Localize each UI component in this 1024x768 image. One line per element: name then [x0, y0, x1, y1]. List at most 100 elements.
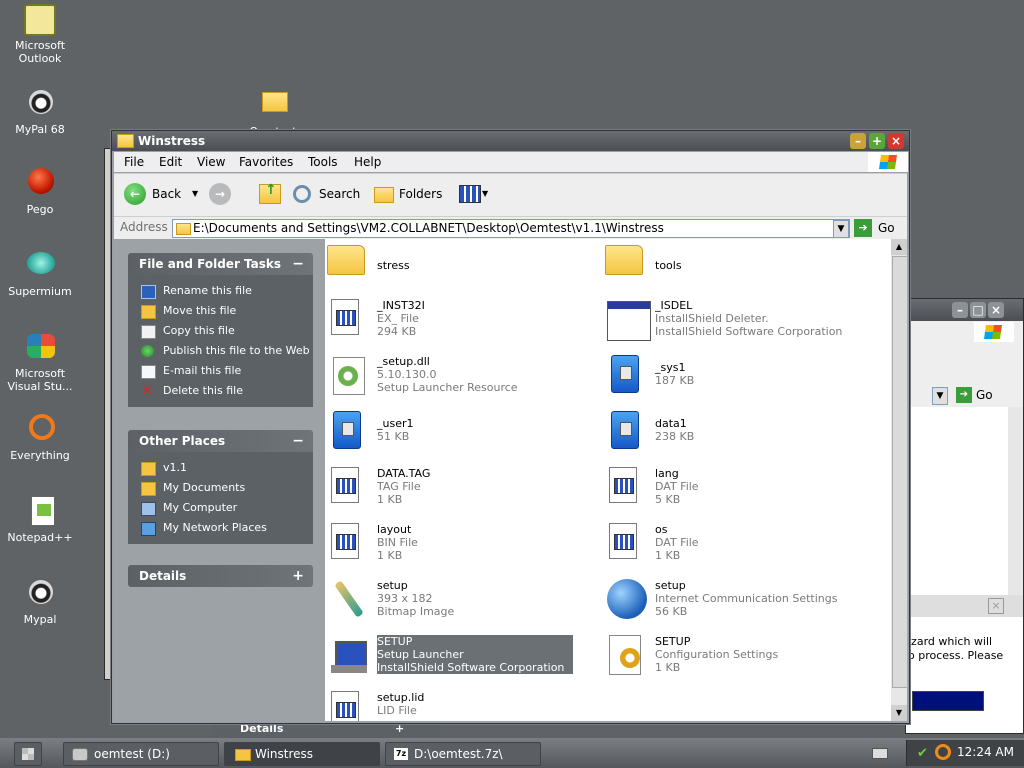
- expand-icon[interactable]: +: [292, 565, 304, 587]
- file-item[interactable]: _ISDEL InstallShield Deleter. InstallShiel…: [603, 297, 873, 349]
- desktop-icon-mypal[interactable]: Mypal: [0, 576, 80, 626]
- vertical-scrollbar[interactable]: ▲ ▼: [891, 239, 908, 721]
- desktop-icon-visual-studio[interactable]: Microsoft Visual Stu...: [0, 330, 80, 393]
- minimize-icon[interactable]: –: [952, 302, 968, 318]
- collapse-icon[interactable]: −: [292, 430, 304, 452]
- chevron-down-icon[interactable]: ▼: [482, 182, 488, 206]
- system-tray: ✔ 12:24 AM: [906, 740, 1024, 766]
- task-delete[interactable]: ✕ Delete this file: [128, 381, 313, 401]
- taskbar-label: D:\oemtest.7z\: [414, 747, 503, 761]
- desktop-icon-pego[interactable]: Pego: [0, 166, 80, 216]
- panel-header[interactable]: Other Places −: [128, 430, 313, 452]
- file-item[interactable]: stress: [325, 239, 595, 291]
- background-go-button[interactable]: Go: [976, 388, 993, 402]
- back-button[interactable]: ← Back ▼: [122, 182, 202, 206]
- maximize-icon[interactable]: □: [970, 302, 986, 318]
- rename-icon: [141, 285, 156, 299]
- start-icon: [22, 748, 34, 760]
- task-publish[interactable]: Publish this file to the Web: [128, 341, 313, 361]
- file-item-selected[interactable]: SETUP Setup Launcher InstallShield Softwar…: [325, 633, 595, 685]
- file-item[interactable]: data1 238 KB: [603, 409, 873, 461]
- taskbar-label: oemtest (D:): [94, 747, 170, 761]
- close-icon[interactable]: ×: [988, 598, 1004, 614]
- taskbar-item-7z[interactable]: 7z D:\oemtest.7z\: [385, 742, 541, 766]
- file-name: setup.lid: [377, 691, 425, 704]
- go-arrow-icon[interactable]: ➔: [854, 219, 872, 237]
- scroll-thumb[interactable]: [892, 256, 908, 688]
- file-list: stress tools _INST32I EX_ File 294 KB _ISD…: [325, 239, 891, 721]
- place-my-network[interactable]: My Network Places: [128, 518, 313, 538]
- file-item[interactable]: layout BIN File 1 KB: [325, 521, 595, 573]
- search-button[interactable]: Search: [291, 182, 371, 206]
- desktop-icon-supermium[interactable]: Supermium: [0, 248, 80, 298]
- file-name: _INST32I: [377, 299, 425, 312]
- maximize-button[interactable]: +: [869, 133, 885, 149]
- file-item[interactable]: _sys1 187 KB: [603, 353, 873, 405]
- menu-favorites[interactable]: Favorites: [239, 155, 293, 169]
- taskbar-item-winstress[interactable]: Winstress: [224, 742, 380, 766]
- menu-help[interactable]: Help: [354, 155, 381, 169]
- file-item[interactable]: setup.lid LID File: [325, 689, 595, 721]
- file-type: DAT File: [655, 480, 699, 493]
- scroll-up-icon[interactable]: ▲: [891, 239, 907, 255]
- minimize-button[interactable]: –: [850, 133, 866, 149]
- chevron-down-icon[interactable]: ▼: [192, 182, 198, 206]
- file-name: setup: [377, 579, 408, 592]
- menu-edit[interactable]: Edit: [159, 155, 182, 169]
- keyboard-icon[interactable]: [872, 748, 888, 759]
- file-item[interactable]: setup Internet Communication Settings 56 K…: [603, 577, 873, 629]
- menu-view[interactable]: View: [197, 155, 225, 169]
- close-icon[interactable]: ×: [988, 302, 1004, 318]
- folders-button[interactable]: Folders: [372, 182, 452, 206]
- start-button[interactable]: [14, 742, 42, 766]
- up-arrow-icon: ↑: [265, 182, 277, 198]
- place-my-documents[interactable]: My Documents: [128, 478, 313, 498]
- desktop-icon-notepadpp[interactable]: Notepad++: [0, 494, 80, 544]
- delete-icon: ✕: [141, 383, 153, 399]
- taskbar-item-oemtest[interactable]: oemtest (D:): [63, 742, 219, 766]
- forward-button[interactable]: →: [209, 182, 233, 206]
- file-item[interactable]: lang DAT File 5 KB: [603, 465, 873, 517]
- clock[interactable]: 12:24 AM: [957, 745, 1014, 759]
- desktop-icon-outlook[interactable]: Microsoft Outlook: [0, 4, 80, 65]
- menu-tools[interactable]: Tools: [308, 155, 338, 169]
- task-rename[interactable]: Rename this file: [128, 281, 313, 301]
- file-item[interactable]: _user1 51 KB: [325, 409, 595, 461]
- views-button[interactable]: ▼: [457, 182, 491, 206]
- file-item[interactable]: _INST32I EX_ File 294 KB: [325, 297, 595, 349]
- file-name: _setup.dll: [377, 355, 430, 368]
- scroll-down-icon[interactable]: ▼: [891, 705, 907, 721]
- image-dimensions: 393 x 182: [377, 592, 433, 605]
- close-button[interactable]: ×: [888, 133, 904, 149]
- panel-header[interactable]: Details +: [128, 565, 313, 587]
- network-tray-icon[interactable]: ✔: [917, 746, 928, 761]
- up-folder-button[interactable]: ↑: [257, 182, 283, 206]
- notepadpp-icon: [23, 494, 57, 528]
- file-item[interactable]: setup 393 x 182 Bitmap Image: [325, 577, 595, 629]
- search-tray-icon[interactable]: [935, 744, 951, 760]
- application-window-icon: [607, 301, 651, 341]
- file-item[interactable]: DATA.TAG TAG File 1 KB: [325, 465, 595, 517]
- file-item[interactable]: tools: [603, 239, 873, 291]
- go-button[interactable]: Go: [878, 221, 895, 235]
- address-dropdown-icon[interactable]: ▼: [932, 387, 948, 405]
- place-v1-1[interactable]: v1.1: [128, 458, 313, 478]
- file-item[interactable]: _setup.dll 5.10.130.0 Setup Launcher Resou…: [325, 353, 595, 405]
- menu-file[interactable]: File: [124, 155, 144, 169]
- desktop-icon-everything[interactable]: Everything: [0, 412, 80, 462]
- title-bar[interactable]: Winstress – + ×: [112, 131, 909, 151]
- address-input[interactable]: E:\Documents and Settings\VM2.COLLABNET\…: [172, 219, 850, 238]
- desktop-icon-label: MyPal 68: [15, 123, 65, 136]
- address-dropdown-icon[interactable]: ▼: [833, 220, 849, 238]
- my-computer-icon: [141, 502, 156, 516]
- go-arrow-icon[interactable]: ➔: [956, 387, 972, 403]
- task-move[interactable]: Move this file: [128, 301, 313, 321]
- desktop-icon-mypal68[interactable]: MyPal 68: [0, 86, 80, 136]
- task-email[interactable]: E-mail this file: [128, 361, 313, 381]
- place-my-computer[interactable]: My Computer: [128, 498, 313, 518]
- file-item[interactable]: os DAT File 1 KB: [603, 521, 873, 573]
- file-item[interactable]: SETUP Configuration Settings 1 KB: [603, 633, 873, 685]
- task-copy[interactable]: Copy this file: [128, 321, 313, 341]
- panel-header[interactable]: File and Folder Tasks −: [128, 253, 313, 275]
- collapse-icon[interactable]: −: [292, 253, 304, 275]
